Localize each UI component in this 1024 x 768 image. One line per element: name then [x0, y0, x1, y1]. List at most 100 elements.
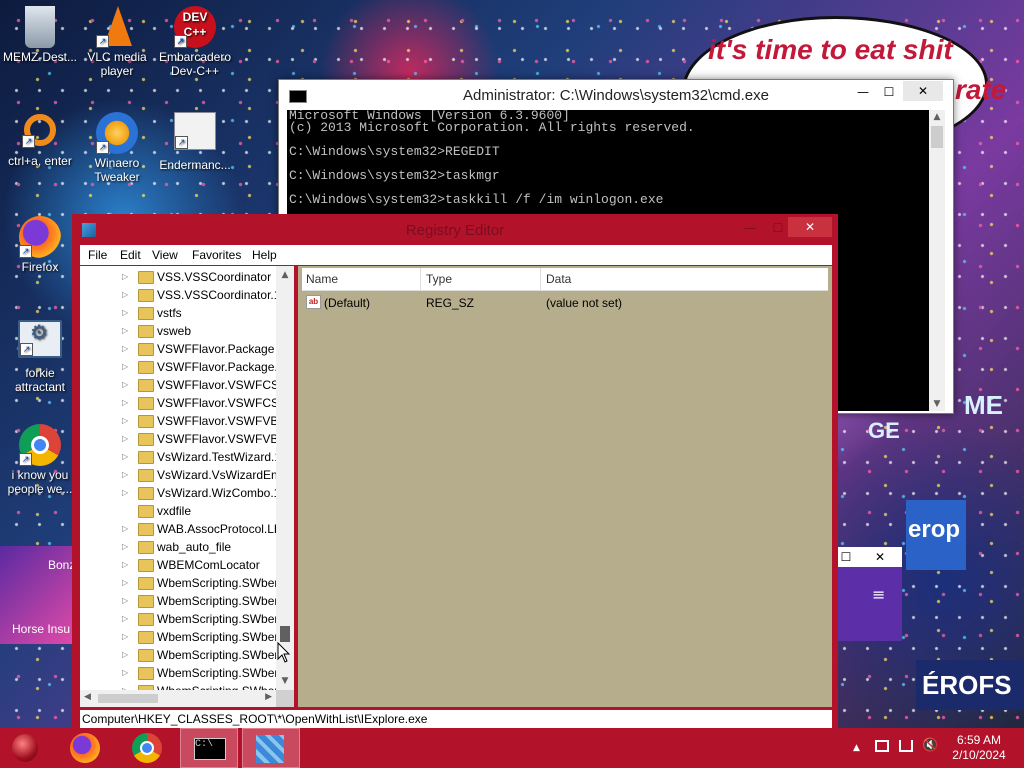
tree-item[interactable]: ▷ VSWFFlavor.VSWFVBFl — [80, 412, 280, 430]
desktop-icon-firefox[interactable]: ↗ Firefox — [0, 216, 80, 274]
taskbar-chrome[interactable] — [118, 728, 176, 768]
menu-help[interactable]: Help — [252, 248, 277, 262]
tree-item[interactable]: ▷ VSWFFlavor.VSWFVBFl — [80, 430, 280, 448]
expand-arrow-icon[interactable]: ▷ — [122, 340, 128, 358]
tree-scroll-thumb[interactable] — [280, 626, 290, 642]
expand-arrow-icon[interactable]: ▷ — [122, 592, 128, 610]
menu-view[interactable]: View — [152, 248, 178, 262]
tree-item[interactable]: ▷ WbemScripting.SWber — [80, 646, 280, 664]
taskbar-regedit[interactable] — [242, 728, 300, 768]
scroll-up-arrow-icon[interactable]: ▲ — [276, 268, 294, 282]
tree-item[interactable]: ▷ WBEMComLocator — [80, 556, 280, 574]
scroll-down-arrow-icon[interactable]: ▼ — [929, 397, 945, 411]
expand-arrow-icon[interactable]: ▷ — [122, 358, 128, 376]
taskbar-cmd[interactable]: C:\ — [180, 728, 238, 768]
tree-item[interactable]: ▷ WbemScripting.SWber — [80, 574, 280, 592]
expand-arrow-icon[interactable]: ▷ — [122, 484, 128, 502]
tree-item[interactable]: ▷ VSWFFlavor.Package.1 — [80, 358, 280, 376]
tree-item[interactable]: ▷ WbemScripting.SWber — [80, 610, 280, 628]
column-divider[interactable] — [540, 268, 541, 290]
mini-maximize-button[interactable]: ☐ — [838, 547, 854, 567]
scroll-left-arrow-icon[interactable]: ◀ — [84, 692, 91, 702]
column-divider[interactable] — [420, 268, 421, 290]
desktop-icon-winaero[interactable]: ↗ Winaero Tweaker — [77, 112, 157, 184]
tree-item[interactable]: ▷ VSS.VSSCoordinator.1 — [80, 286, 280, 304]
desktop-icon-forkie[interactable]: ⚙ ↗ forkie attractant — [0, 320, 80, 394]
cmd-minimize-button[interactable]: — — [849, 82, 877, 102]
expand-arrow-icon[interactable]: ▷ — [122, 628, 128, 646]
tree-item[interactable]: ▷ WAB.AssocProtocol.LD — [80, 520, 280, 538]
tree-item[interactable]: ▷ vsweb — [80, 322, 280, 340]
menu-icon[interactable]: ≡ — [872, 585, 885, 604]
desktop-icon-ctrl[interactable]: ↗ ctrl+a, enter — [0, 112, 80, 168]
registry-values-pane[interactable]: Name Type Data ab (Default) REG_SZ (valu… — [298, 266, 832, 707]
column-type[interactable]: Type — [426, 272, 452, 286]
cmd-maximize-button[interactable]: ☐ — [875, 82, 903, 102]
expand-arrow-icon[interactable]: ▷ — [122, 466, 128, 484]
network-icon[interactable] — [899, 740, 913, 752]
menu-edit[interactable]: Edit — [120, 248, 141, 262]
expand-arrow-icon[interactable]: ▷ — [122, 268, 128, 286]
tree-horizontal-scrollbar[interactable]: ◀ ▶ — [80, 690, 276, 707]
column-data[interactable]: Data — [546, 272, 571, 286]
expand-arrow-icon[interactable]: ▷ — [122, 394, 128, 412]
desktop-icon-recycle-bin[interactable]: MEMZ-Dest... — [0, 6, 80, 64]
expand-arrow-icon[interactable]: ▷ — [122, 412, 128, 430]
scroll-down-arrow-icon[interactable]: ▼ — [276, 674, 294, 688]
tree-item[interactable]: ▷ VSWFFlavor.Package — [80, 340, 280, 358]
tree-item[interactable]: ▷ VsWizard.VsWizardEng — [80, 466, 280, 484]
bonzi-window-fragment[interactable]: Bonz Horse Insu — [0, 546, 75, 644]
desktop-icon-chrome[interactable]: ↗ i know you people we... — [0, 424, 80, 496]
expand-arrow-icon[interactable]: ▷ — [122, 520, 128, 538]
tree-item[interactable]: ▷ VsWizard.WizCombo.1 — [80, 484, 280, 502]
expand-arrow-icon[interactable]: ▷ — [122, 448, 128, 466]
regedit-close-button[interactable]: ✕ — [788, 217, 832, 237]
scroll-up-arrow-icon[interactable]: ▲ — [929, 110, 945, 124]
expand-arrow-icon[interactable]: ▷ — [122, 286, 128, 304]
tree-item[interactable]: ▷ vstfs — [80, 304, 280, 322]
expand-arrow-icon[interactable]: ▷ — [122, 430, 128, 448]
expand-arrow-icon[interactable]: ▷ — [122, 664, 128, 682]
tree-item[interactable]: ▷ VsWizard.TestWizard.1 — [80, 448, 280, 466]
regedit-title-bar[interactable]: Registry Editor — ☐ ✕ — [72, 214, 838, 244]
cmd-close-button[interactable]: ✕ — [903, 81, 943, 101]
expand-arrow-icon[interactable]: ▷ — [122, 556, 128, 574]
cmd-title-bar[interactable]: Administrator: C:\Windows\system32\cmd.e… — [279, 80, 953, 110]
desktop-icon-vlc[interactable]: ↗ VLC media player — [77, 6, 157, 78]
desktop-icon-enderman[interactable]: ↗ Endermanc... — [155, 112, 235, 172]
tree-item[interactable]: ▷ WbemScripting.SWber — [80, 664, 280, 682]
tree-item[interactable]: vxdfile — [80, 502, 280, 520]
desktop-icon-devcpp[interactable]: DEV C++ ↗ Embarcadero Dev-C++ — [155, 6, 235, 78]
expand-arrow-icon[interactable]: ▷ — [122, 646, 128, 664]
start-button[interactable] — [0, 728, 50, 768]
tree-item[interactable]: ▷ VSWFFlavor.VSWFCSFl — [80, 376, 280, 394]
value-row[interactable]: ab (Default) REG_SZ (value not set) — [298, 294, 832, 312]
expand-arrow-icon[interactable]: ▷ — [122, 610, 128, 628]
column-name[interactable]: Name — [306, 272, 338, 286]
expand-arrow-icon[interactable]: ▷ — [122, 304, 128, 322]
expand-arrow-icon[interactable]: ▷ — [122, 574, 128, 592]
scroll-right-arrow-icon[interactable]: ▶ — [265, 692, 272, 702]
registry-key-tree[interactable]: ▷ VSS.VSSCoordinator ▷ VSS.VSSCoordinator.… — [80, 266, 294, 707]
registry-editor-window[interactable]: Registry Editor — ☐ ✕ File Edit View Fav… — [72, 214, 838, 728]
tree-item[interactable]: ▷ WbemScripting.SWber — [80, 592, 280, 610]
expand-arrow-icon[interactable]: ▷ — [122, 538, 128, 556]
tree-item[interactable]: ▷ wab_auto_file — [80, 538, 280, 556]
menu-file[interactable]: File — [88, 248, 107, 262]
cmd-scroll-thumb[interactable] — [931, 126, 943, 148]
regedit-minimize-button[interactable]: — — [736, 218, 764, 238]
tree-hscroll-thumb[interactable] — [98, 694, 158, 703]
show-hidden-icons-button[interactable]: ▲ — [853, 743, 860, 753]
expand-arrow-icon[interactable]: ▷ — [122, 322, 128, 340]
cmd-scrollbar[interactable]: ▲ ▼ — [929, 110, 945, 411]
expand-arrow-icon[interactable]: ▷ — [122, 376, 128, 394]
tree-item[interactable]: ▷ VSWFFlavor.VSWFCSFl — [80, 394, 280, 412]
action-center-icon[interactable] — [875, 740, 889, 752]
mini-close-button[interactable]: ✕ — [868, 547, 892, 567]
menu-favorites[interactable]: Favorites — [192, 248, 241, 262]
taskbar-clock[interactable]: 6:59 AM 2/10/2024 — [944, 733, 1014, 763]
tree-item[interactable]: ▷ VSS.VSSCoordinator — [80, 268, 280, 286]
tree-item[interactable]: ▷ WbemScripting.SWber — [80, 628, 280, 646]
taskbar-firefox[interactable] — [56, 728, 114, 768]
volume-muted-icon[interactable]: 🔇 — [922, 738, 938, 753]
